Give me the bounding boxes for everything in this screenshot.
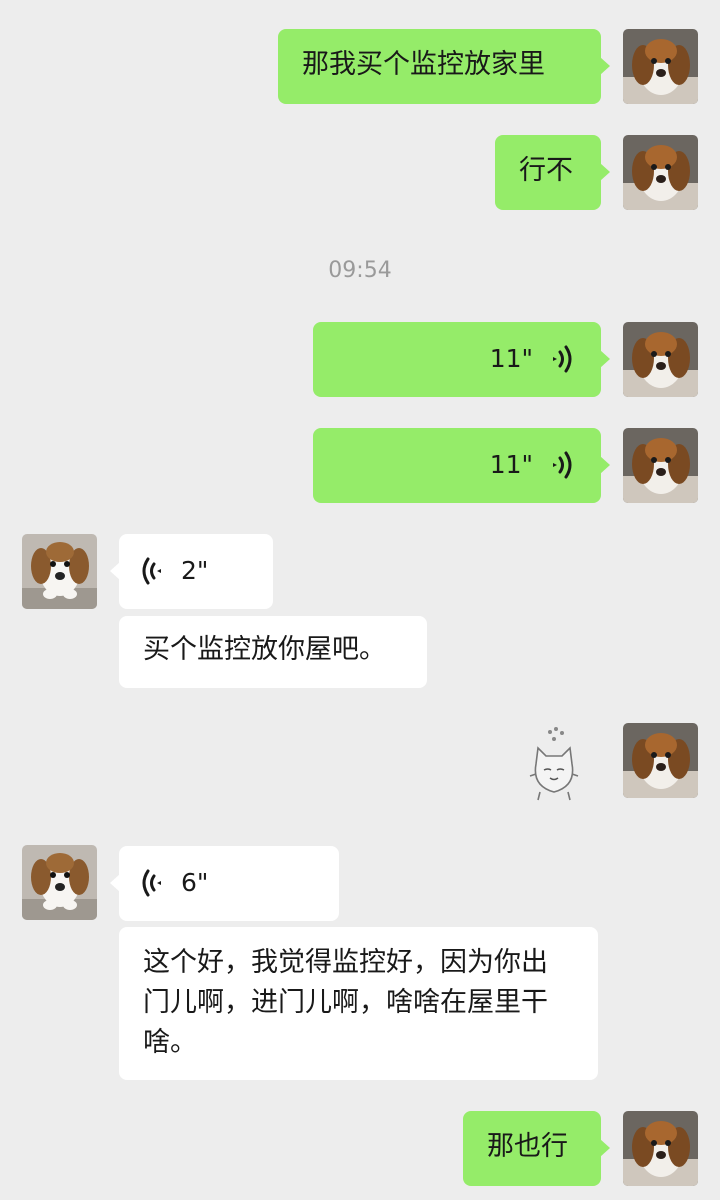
message-text: 那也行: [487, 1131, 568, 1162]
voice-duration: 2": [181, 556, 209, 585]
self-avatar[interactable]: [623, 322, 698, 397]
other-avatar[interactable]: [22, 534, 97, 609]
self-avatar[interactable]: [623, 29, 698, 104]
beagle-puppy-avatar-icon: [623, 135, 698, 210]
message-text: 买个监控放你屋吧。: [143, 634, 386, 665]
message-text: 行不: [519, 155, 573, 186]
beagle-puppy-avatar-icon: [623, 322, 698, 397]
voice-duration: 6": [181, 868, 209, 897]
voice-message-self[interactable]: 11": [313, 322, 610, 397]
voice-wave-icon: [549, 344, 573, 386]
voice-duration: 11": [489, 344, 533, 373]
voice-wave-icon: [141, 556, 165, 598]
message-bubble-self[interactable]: 那我买个监控放家里: [278, 29, 610, 104]
beagle-puppy-avatar-icon: [623, 428, 698, 503]
cat-sticker[interactable]: [520, 726, 588, 802]
beagle-puppy-avatar-icon: [22, 534, 97, 609]
chat-timestamp: 09:54: [328, 258, 392, 283]
message-text: 这个好，我觉得监控好，因为你出门儿啊，进门儿啊，啥啥在屋里干啥。: [143, 947, 548, 1058]
message-bubble-other[interactable]: 这个好，我觉得监控好，因为你出门儿啊，进门儿啊，啥啥在屋里干啥。: [119, 927, 598, 1080]
voice-message-self[interactable]: 11": [313, 428, 610, 503]
self-avatar[interactable]: [623, 135, 698, 210]
beagle-puppy-avatar-icon: [623, 1111, 698, 1186]
voice-message-other[interactable]: 6": [110, 846, 339, 921]
other-avatar[interactable]: [22, 845, 97, 920]
voice-wave-icon: [141, 868, 165, 910]
message-bubble-self[interactable]: 行不: [495, 135, 610, 210]
message-bubble-other[interactable]: 买个监控放你屋吧。: [119, 616, 427, 688]
beagle-puppy-avatar-icon: [623, 723, 698, 798]
voice-duration: 11": [489, 450, 533, 479]
voice-message-other[interactable]: 2": [110, 534, 273, 609]
voice-wave-icon: [549, 450, 573, 492]
self-avatar[interactable]: [623, 428, 698, 503]
message-text: 那我买个监控放家里: [302, 49, 545, 80]
beagle-puppy-avatar-icon: [22, 845, 97, 920]
message-bubble-self[interactable]: 那也行: [463, 1111, 610, 1186]
self-avatar[interactable]: [623, 723, 698, 798]
beagle-puppy-avatar-icon: [623, 29, 698, 104]
self-avatar[interactable]: [623, 1111, 698, 1186]
